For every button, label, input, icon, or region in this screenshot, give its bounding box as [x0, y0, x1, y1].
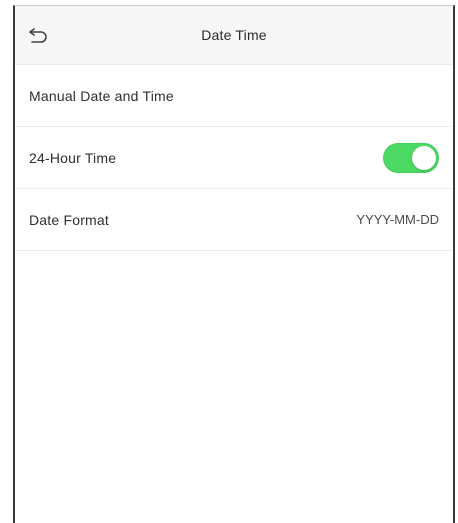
page-title: Date Time: [201, 27, 267, 43]
header-bar: Date Time: [15, 6, 453, 65]
24-hour-time-row[interactable]: 24-Hour Time: [15, 127, 453, 189]
settings-screen: Date Time Manual Date and Time 24-Hour T…: [13, 5, 455, 523]
24-hour-time-label: 24-Hour Time: [29, 149, 117, 166]
manual-date-time-label: Manual Date and Time: [29, 87, 174, 104]
24-hour-time-toggle[interactable]: [383, 142, 439, 173]
toggle-knob: [412, 145, 436, 170]
date-format-label: Date Format: [29, 211, 109, 228]
date-format-row[interactable]: Date Format YYYY-MM-DD: [15, 189, 453, 251]
manual-date-time-row[interactable]: Manual Date and Time: [15, 65, 453, 127]
date-format-value: YYYY-MM-DD: [356, 212, 439, 227]
